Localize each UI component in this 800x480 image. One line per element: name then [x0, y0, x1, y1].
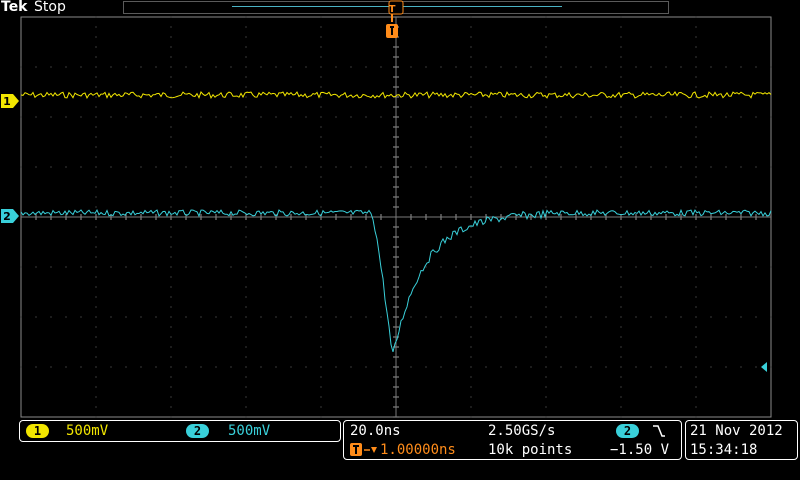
trigger-level-value[interactable]: −1.50 V [610, 441, 669, 459]
date-value: 21 Nov 2012 [690, 423, 783, 439]
ch1-ground-marker[interactable]: 1 [1, 94, 19, 108]
trigger-delay-icon [350, 443, 362, 456]
trigger-delay-value[interactable]: 1.00000ns [380, 441, 456, 459]
ch2-scale[interactable]: 500mV [228, 422, 270, 440]
ch1-badge[interactable]: 1 [26, 424, 49, 438]
timebase-value[interactable]: 20.0ns [350, 422, 401, 440]
record-length-value: 10k points [488, 442, 573, 458]
waveform-display[interactable]: T 1 2 [0, 0, 800, 420]
ch2-ground-marker[interactable]: 2 [1, 209, 19, 223]
delay-arrow-icon [364, 447, 377, 453]
sample-rate-value: 2.50GS/s [488, 423, 556, 439]
trigger-source-badge[interactable]: 2 [616, 424, 639, 438]
datetime-panel: 21 Nov 2012 15:34:18 [685, 420, 798, 460]
channel-scale-panel[interactable]: 1 500mV 2 500mV [19, 420, 341, 442]
falling-edge-icon [653, 425, 665, 437]
ch1-scale[interactable]: 500mV [66, 422, 108, 440]
ch2-marker-label: 2 [3, 210, 11, 223]
trigger-top-label: T [389, 4, 396, 15]
acquisition-panel[interactable]: 20.0ns 2.50GS/s 2 1.00000ns 10k points −… [343, 420, 682, 460]
ch2-badge[interactable]: 2 [186, 424, 209, 438]
time-value: 15:34:18 [690, 442, 758, 458]
ch1-marker-label: 1 [3, 95, 11, 108]
